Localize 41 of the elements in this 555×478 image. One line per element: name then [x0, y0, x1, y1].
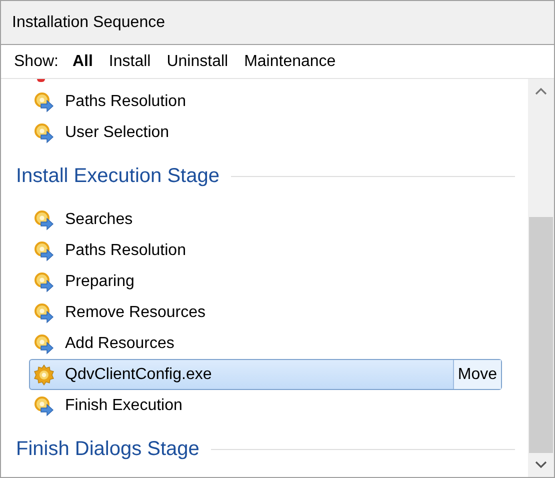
sequence-item[interactable]: Finish Execution — [1, 390, 502, 421]
gear-arrow-icon — [33, 332, 55, 354]
filter-tab[interactable]: Uninstall — [158, 52, 236, 70]
item-label: Paths Resolution — [65, 92, 187, 110]
stage-title: Finish Dialogs Stage — [16, 438, 200, 460]
item-label: Searches — [65, 210, 134, 228]
scroll-down-icon[interactable] — [535, 461, 547, 469]
sequence-item[interactable]: Remove Resources — [1, 297, 502, 328]
sequence-item[interactable]: Paths Resolution — [1, 86, 502, 117]
gear-arrow-icon — [33, 208, 55, 230]
sequence-item[interactable]: Add Resources — [1, 328, 502, 359]
item-label: Add Resources — [65, 334, 176, 352]
filter-tab[interactable]: All — [64, 52, 101, 70]
sequence-item[interactable]: Paths Resolution — [1, 235, 502, 266]
item-label: User Selection — [65, 124, 170, 142]
sequence-item[interactable]: User Selection — [1, 117, 502, 148]
scroll-up-icon[interactable] — [535, 87, 547, 95]
item-label: Paths Resolution — [65, 242, 187, 260]
move-button[interactable]: Move — [452, 360, 501, 389]
gear-arrow-icon — [33, 394, 55, 416]
sequence-item[interactable]: Preparing — [1, 266, 502, 297]
gear-arrow-icon — [33, 302, 55, 324]
sequence-item[interactable]: Searches — [1, 204, 502, 235]
filter-tab[interactable]: Install — [100, 52, 159, 70]
gear-arrow-icon — [33, 240, 55, 262]
panel-title: Installation Sequence — [12, 14, 165, 32]
gear-arrow-icon — [33, 270, 55, 292]
item-label: Finish Execution — [65, 396, 184, 414]
sequence-item[interactable]: QdvClientConfig.exe Move — [29, 359, 502, 390]
scrollbar[interactable] — [528, 79, 554, 477]
gear-icon — [33, 364, 55, 386]
item-label: Preparing — [65, 272, 136, 290]
stage-title: Install Execution Stage — [16, 164, 220, 188]
item-label: Remove Resources — [65, 304, 206, 322]
scroll-thumb[interactable] — [529, 217, 553, 453]
partial-icon — [37, 79, 45, 82]
gear-arrow-icon — [33, 90, 55, 112]
filter-label: Show: — [14, 52, 58, 70]
item-label: QdvClientConfig.exe — [65, 366, 213, 384]
filter-tab[interactable]: Maintenance — [236, 52, 344, 70]
gear-arrow-icon — [33, 122, 55, 144]
